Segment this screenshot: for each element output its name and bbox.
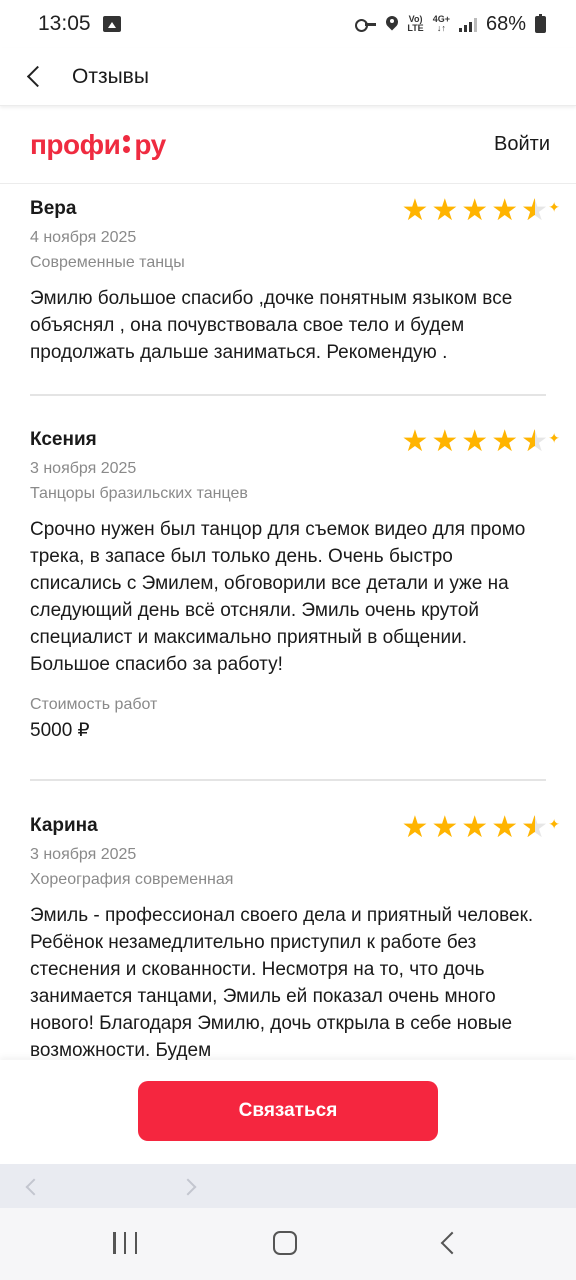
star-icon: ★ (461, 811, 489, 844)
battery-icon (535, 13, 546, 33)
star-icon: ★ (401, 811, 429, 844)
browser-forward-icon[interactable] (179, 1178, 197, 1196)
review-category: Хореография современная (30, 871, 234, 888)
review-card: Вера ★ ★ ★ ★ ★ ★ ✦ 4 ноября 2025 Современн… (30, 194, 560, 366)
status-bar: 13:05 Vo) LTE 4G+ ↓↑ 68% (0, 0, 576, 48)
vpn-key-icon (355, 18, 377, 32)
home-icon[interactable] (273, 1231, 297, 1255)
star-icon: ★ (461, 425, 489, 458)
review-text: Эмиль - профессионал своего дела и прият… (30, 905, 534, 1060)
review-category: Современные танцы (30, 254, 185, 271)
star-icon: ★ (401, 425, 429, 458)
star-icon: ★ (431, 194, 459, 227)
status-icons: Vo) LTE 4G+ ↓↑ 68% (355, 13, 546, 36)
star-icon: ★ (431, 425, 459, 458)
location-icon (386, 16, 398, 32)
system-nav-bar (0, 1208, 576, 1280)
review-date: 4 ноября 2025 (30, 229, 137, 246)
gallery-notification-icon (102, 16, 121, 32)
review-card: Карина ★ ★ ★ ★ ★ ★ ✦ 3 ноября 2025 Хореогр… (30, 811, 560, 1061)
review-divider (30, 779, 546, 781)
half-star-icon: ★ ★ ✦ (521, 194, 560, 227)
review-card: Ксения ★ ★ ★ ★ ★ ★ ✦ 3 ноября 2025 Танцоры… (30, 425, 560, 742)
review-date: 3 ноября 2025 (30, 846, 137, 863)
sparkle-icon: ✦ (548, 816, 560, 832)
logo-text-part2: ру (134, 128, 166, 160)
star-icon: ★ (491, 811, 519, 844)
review-category: Танцоры бразильских танцев (30, 485, 248, 502)
brand-bar: профи ру Войти (0, 106, 576, 184)
rating-stars: ★ ★ ★ ★ ★ ★ ✦ (401, 194, 560, 227)
recent-apps-icon[interactable] (113, 1232, 137, 1254)
cost-label: Стоимость работ (30, 696, 158, 713)
reviews-list[interactable]: Вера ★ ★ ★ ★ ★ ★ ✦ 4 ноября 2025 Современн… (0, 184, 576, 1060)
signal-strength-icon (458, 16, 477, 32)
half-star-icon: ★ ★ ✦ (521, 811, 560, 844)
star-icon: ★ (491, 425, 519, 458)
logo-colon-icon (121, 134, 133, 156)
star-icon: ★ (491, 194, 519, 227)
system-back-icon[interactable] (440, 1231, 464, 1255)
star-icon: ★ (401, 194, 429, 227)
sparkle-icon: ✦ (548, 430, 560, 446)
review-date: 3 ноября 2025 (30, 460, 137, 477)
star-icon: ★ (431, 811, 459, 844)
sparkle-icon: ✦ (548, 199, 560, 215)
rating-stars: ★ ★ ★ ★ ★ ★ ✦ (401, 425, 560, 458)
browser-back-icon[interactable] (25, 1178, 43, 1196)
bottom-action-bar: Связаться (0, 1060, 576, 1164)
review-text: Срочно нужен был танцор для съемок видео… (30, 519, 526, 675)
network-type-indicator: 4G+ ↓↑ (432, 14, 450, 33)
contact-button[interactable]: Связаться (138, 1081, 438, 1141)
review-divider (30, 394, 546, 396)
star-icon: ★ (461, 194, 489, 227)
cost-value: 5000 ₽ (30, 720, 90, 741)
battery-percentage: 68% (485, 12, 526, 35)
logo-text-part1: профи (30, 128, 121, 160)
back-arrow-icon[interactable] (24, 66, 46, 88)
review-text: Эмилю большое спасибо ,дочке понятным яз… (30, 288, 513, 363)
half-star-icon: ★ ★ ✦ (521, 425, 560, 458)
profi-ru-logo[interactable]: профи ру (30, 129, 166, 161)
volte-indicator: Vo) LTE (407, 14, 424, 33)
rating-stars: ★ ★ ★ ★ ★ ★ ✦ (401, 811, 560, 844)
status-time: 13:05 (38, 12, 91, 35)
browser-nav-bar (0, 1164, 576, 1208)
app-header: Отзывы (0, 48, 576, 106)
login-link[interactable]: Войти (494, 133, 550, 156)
page-title: Отзывы (72, 64, 149, 88)
